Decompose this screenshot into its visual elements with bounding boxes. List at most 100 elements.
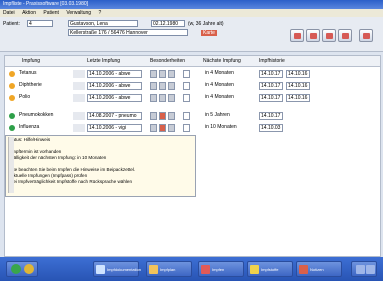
checkbox[interactable] <box>183 124 190 132</box>
checkbox[interactable] <box>183 112 190 120</box>
taskbar-item[interactable]: Impfplan <box>146 261 192 277</box>
patient-name-field[interactable]: Gustavson, Lena <box>68 20 138 27</box>
flag-box[interactable] <box>150 112 157 120</box>
history-cell[interactable]: 14.10.16 <box>286 94 310 102</box>
taskbar-item[interactable]: Impfstoffe <box>247 261 293 277</box>
last-vaccination-cell[interactable]: 14.10.2006 - abwe <box>87 70 142 78</box>
import-icon[interactable] <box>338 29 352 42</box>
tooltip-scrollbar[interactable] <box>8 137 14 193</box>
taskbar-item[interactable]: Notizen <box>296 261 342 277</box>
settings-icon[interactable] <box>359 29 373 42</box>
flag-box[interactable] <box>168 124 175 132</box>
vaccination-card-icon[interactable] <box>290 29 304 42</box>
col-besonderheiten[interactable]: Besonderheiten <box>150 56 185 66</box>
next-vaccination: in 4 Monaten <box>205 82 234 88</box>
history-cell[interactable]: 14.10.17 <box>259 94 283 102</box>
patient-id-field[interactable]: 4 <box>27 20 53 27</box>
tooltip-title: Status: Hilfe/Hinweis <box>8 137 51 142</box>
history-cell[interactable]: 14.10.17 <box>259 112 283 120</box>
menu-help[interactable]: ? <box>98 10 101 16</box>
vaccine-name: Polio <box>19 94 31 100</box>
checkbox[interactable] <box>183 70 190 78</box>
info-tooltip: Status: Hilfe/Hinweis - Impftermin ist v… <box>5 135 196 197</box>
status-dot-icon <box>9 125 15 131</box>
history-cell[interactable]: 14.10.17 <box>259 70 283 78</box>
menu-aktion[interactable]: Aktion <box>22 10 36 16</box>
next-vaccination: in 5 Jahren <box>205 112 230 118</box>
patient-label: Patient: <box>3 21 20 27</box>
last-vaccination-cell[interactable]: 14.10.2006 - abwe <box>87 82 142 90</box>
window-title: Impfliste - Praxissoftware [03.03.1980] <box>3 1 89 7</box>
next-vaccination: in 4 Monaten <box>205 94 234 100</box>
system-tray[interactable] <box>351 261 377 277</box>
history-cell[interactable]: 14.10.16 <box>286 70 310 78</box>
taskbar-item[interactable]: Impfdokumentation <box>93 261 141 277</box>
patient-header: Patient: 4 Gustavson, Lena Kellerstraße … <box>0 17 383 52</box>
vaccine-name: Diphtherie <box>19 82 42 88</box>
flag-box[interactable] <box>150 82 157 90</box>
notes-icon <box>299 265 308 274</box>
vaccine-name: Pneumokokken <box>19 112 54 118</box>
start-button[interactable] <box>6 261 38 277</box>
last-vaccination-cell[interactable]: 14.10.2006 - abwe <box>87 94 142 102</box>
taskbar-item-label: Impfplan <box>160 267 176 272</box>
birth-date-field[interactable]: 02.12.1980 <box>151 20 185 27</box>
tray-icon <box>366 265 375 274</box>
menu-bar: Datei Aktion Patient Verwaltung ? <box>0 9 383 17</box>
alert-flag-box[interactable] <box>159 124 166 132</box>
taskbar-item[interactable]: Impfen <box>198 261 244 277</box>
flag-box[interactable] <box>168 94 175 102</box>
taskbar-item-label: Impfen <box>212 267 225 272</box>
alert-flag-box[interactable] <box>159 112 166 120</box>
flag-box[interactable] <box>150 94 157 102</box>
patient-age: (w, 36 Jahre alt) <box>188 21 224 27</box>
table-row[interactable]: Pneumokokken 14.08.2007 - pneumo in 5 Ja… <box>5 110 380 122</box>
card-button[interactable]: Karte <box>201 30 217 36</box>
history-cell[interactable]: 14.10.17 <box>259 82 283 90</box>
table-row[interactable]: Tetanus 14.10.2006 - abwe in 4 Monaten 1… <box>5 68 380 80</box>
last-vaccination-cell[interactable]: 14.08.2007 - pneumo <box>87 112 142 120</box>
row-selector[interactable] <box>73 124 85 132</box>
row-selector[interactable] <box>73 82 85 90</box>
flag-box[interactable] <box>168 70 175 78</box>
vaccine-name: Influenza <box>19 124 40 130</box>
table-row[interactable]: Influenza 14.10.2006 - vigi in 10 Monate… <box>5 122 380 134</box>
last-vaccination-cell[interactable]: 14.10.2006 - vigi <box>87 124 142 132</box>
table-row[interactable]: Polio 14.10.2006 - abwe in 4 Monaten 14.… <box>5 92 380 104</box>
table-row[interactable]: Diphtherie 14.10.2006 - abwe in 4 Monate… <box>5 80 380 92</box>
patient-address-field[interactable]: Kellerstraße 176 / 56476 Hannover <box>68 29 188 36</box>
document-icon <box>96 265 105 274</box>
table-header <box>5 56 380 67</box>
flag-box[interactable] <box>150 124 157 132</box>
col-letzte-impfung[interactable]: Letzte Impfung <box>87 56 120 66</box>
menu-patient[interactable]: Patient <box>43 10 59 16</box>
row-selector[interactable] <box>73 112 85 120</box>
taskbar-item-label: Notizen <box>310 267 324 272</box>
history-cell[interactable]: 14.10.16 <box>286 82 310 90</box>
application-window: Impfliste - Praxissoftware [03.03.1980] … <box>0 0 383 281</box>
taskbar: Impfdokumentation Impfplan Impfen Impfst… <box>0 257 383 281</box>
next-vaccination: in 10 Monaten <box>205 124 237 130</box>
col-impfung[interactable]: Impfung <box>22 56 40 66</box>
col-impfhistorie[interactable]: Impfhistorie <box>259 56 285 66</box>
flag-box[interactable] <box>159 94 166 102</box>
checkbox[interactable] <box>183 94 190 102</box>
tooltip-line: - bei Impfverträglichkeit Impfstoffe nac… <box>8 179 133 184</box>
flag-box[interactable] <box>168 112 175 120</box>
flag-box[interactable] <box>159 70 166 78</box>
menu-verwaltung[interactable]: Verwaltung <box>66 10 91 16</box>
checkbox[interactable] <box>183 82 190 90</box>
row-selector[interactable] <box>73 94 85 102</box>
menu-datei[interactable]: Datei <box>3 10 15 16</box>
col-naechste-impfung[interactable]: Nächste Impfung <box>203 56 241 66</box>
taskbar-item-label: Impfstoffe <box>261 267 279 272</box>
flag-box[interactable] <box>159 82 166 90</box>
row-selector[interactable] <box>73 70 85 78</box>
print-icon[interactable] <box>306 29 320 42</box>
history-cell[interactable]: 14.10.03 <box>259 124 283 132</box>
status-dot-icon <box>9 83 15 89</box>
status-dot-icon <box>9 113 15 119</box>
flag-box[interactable] <box>150 70 157 78</box>
flag-box[interactable] <box>168 82 175 90</box>
export-icon[interactable] <box>322 29 336 42</box>
